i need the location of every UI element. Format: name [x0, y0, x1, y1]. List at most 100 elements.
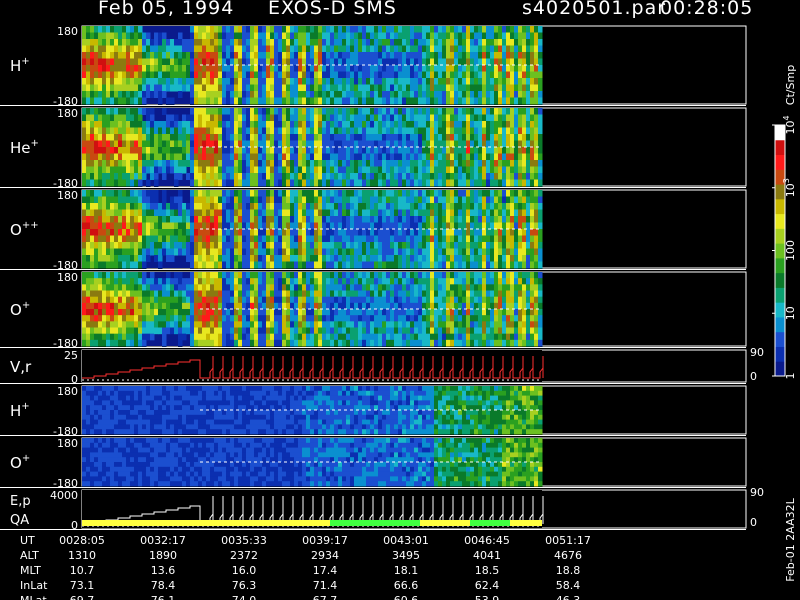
heatmap-cell — [346, 52, 351, 59]
heatmap-cell — [482, 58, 487, 66]
heatmap-cell — [198, 321, 203, 328]
heatmap-cell — [150, 65, 155, 72]
heatmap-cell — [470, 114, 475, 122]
heatmap-cell — [302, 71, 307, 79]
heatmap-cell — [414, 173, 419, 180]
heatmap-cell — [306, 290, 311, 298]
heatmap-cell — [170, 39, 175, 46]
heatmap-cell — [258, 284, 263, 291]
heatmap-cell — [154, 216, 159, 223]
heatmap-cell — [82, 121, 87, 128]
heatmap-cell — [502, 84, 507, 92]
heatmap-cell — [242, 235, 247, 243]
heatmap-cell — [438, 216, 443, 223]
heatmap-cell — [254, 296, 259, 304]
heatmap-cell — [150, 222, 155, 230]
heatmap-cell — [86, 339, 91, 347]
heatmap-cell — [354, 321, 359, 328]
heatmap-cell — [142, 242, 147, 249]
heatmap-cell — [370, 309, 375, 316]
heatmap-cell — [234, 65, 239, 72]
heatmap-cell — [178, 290, 183, 298]
heatmap-cell — [206, 242, 211, 249]
heatmap-cell — [262, 203, 267, 210]
heatmap-cell — [354, 108, 359, 115]
heatmap-cell — [258, 255, 263, 262]
heatmap-cell — [158, 278, 163, 285]
heatmap-cell — [350, 242, 355, 249]
heatmap-cell — [98, 209, 103, 217]
heatmap-cell — [374, 45, 379, 53]
heatmap-cell — [366, 278, 371, 285]
heatmap-cell — [342, 45, 347, 53]
heatmap-cell — [166, 153, 171, 161]
heatmap-cell — [454, 71, 459, 79]
heatmap-cell — [358, 147, 363, 154]
heatmap-cell — [414, 134, 419, 141]
heatmap-cell — [306, 97, 311, 105]
heatmap-cell — [238, 284, 243, 291]
heatmap-cell — [178, 327, 183, 335]
heatmap-cell — [462, 153, 467, 161]
heatmap-cell — [126, 26, 131, 33]
heatmap-cell — [334, 309, 339, 316]
heatmap-cell — [330, 71, 335, 79]
heatmap-cell — [306, 166, 311, 174]
heatmap-cell — [390, 45, 395, 53]
heatmap-cell — [282, 65, 287, 72]
heatmap-cell — [362, 39, 367, 46]
heatmap-cell — [98, 196, 103, 204]
heatmap-cell — [398, 209, 403, 217]
heatmap-cell — [438, 196, 443, 204]
heatmap-cell — [486, 52, 491, 59]
heatmap-cell — [510, 248, 515, 256]
heatmap-cell — [362, 272, 367, 279]
heatmap-cell — [454, 222, 459, 230]
heatmap-cell — [102, 147, 107, 154]
heatmap-cell — [442, 71, 447, 79]
heatmap-cell — [166, 248, 171, 256]
heatmap-cell — [214, 296, 219, 304]
heatmap-cell — [306, 134, 311, 141]
heatmap-cell — [522, 216, 527, 223]
heatmap-cell — [430, 255, 435, 262]
heatmap-cell — [262, 160, 267, 167]
heatmap-cell — [462, 173, 467, 180]
heatmap-cell — [250, 127, 255, 135]
heatmap-cell — [134, 278, 139, 285]
heatmap-cell — [290, 284, 295, 291]
heatmap-cell — [246, 296, 251, 304]
heatmap-cell — [402, 97, 407, 105]
heatmap-cell — [134, 97, 139, 105]
heatmap-cell — [134, 290, 139, 298]
heatmap-cell — [370, 121, 375, 128]
heatmap-cell — [294, 140, 299, 148]
heatmap-cell — [154, 302, 159, 310]
heatmap-cell — [174, 302, 179, 310]
heatmap-cell — [102, 261, 107, 269]
heatmap-cell — [510, 127, 515, 135]
heatmap-cell — [454, 58, 459, 66]
heatmap-cell — [306, 235, 311, 243]
heatmap-cell — [106, 290, 111, 298]
heatmap-cell — [506, 45, 511, 53]
heatmap-cell — [350, 91, 355, 98]
heatmap-cell — [282, 327, 287, 335]
heatmap-cell — [170, 209, 175, 217]
heatmap-cell — [86, 166, 91, 174]
heatmap-cell — [526, 235, 531, 243]
heatmap-cell — [390, 65, 395, 72]
heatmap-cell — [438, 235, 443, 243]
heatmap-cell — [162, 235, 167, 243]
heatmap-cell — [314, 272, 319, 279]
heatmap-cell — [126, 84, 131, 92]
heatmap-cell — [434, 32, 439, 40]
heatmap-cell — [426, 203, 431, 210]
heatmap-cell — [402, 153, 407, 161]
heatmap-cell — [470, 58, 475, 66]
heatmap-cell — [318, 84, 323, 92]
heatmap-cell — [94, 222, 99, 230]
heatmap-cell — [302, 235, 307, 243]
heatmap-cell — [254, 278, 259, 285]
heatmap-cell — [214, 114, 219, 122]
